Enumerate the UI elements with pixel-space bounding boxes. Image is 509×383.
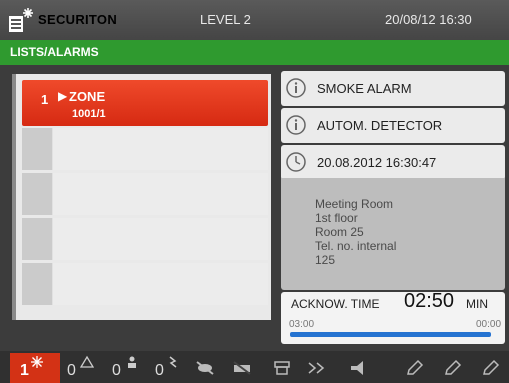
technical-alarm-count: 0 [112,362,121,379]
location-details: Meeting Room 1st floor Room 25 Tel. no. … [315,197,396,267]
info-icon [286,115,306,135]
acknowledge-range-start: 03:00 [289,319,315,330]
edit-icon-2[interactable] [443,359,463,377]
alarm-list-item-selected[interactable]: 1 ▶ ZONE 1001/1 [22,80,268,126]
acknowledge-progress-bar [290,332,491,337]
acknowledge-countdown: 02:50 [404,290,455,312]
edit-icon-3[interactable] [481,359,501,377]
detail-line: 1st floor [315,211,358,225]
play-arrow-icon: ▶ [58,89,68,103]
alarm-zone-label: ZONE [69,89,106,104]
disabled-zone-icon[interactable] [232,359,252,377]
system-datetime: 20/08/12 16:30 [385,12,472,27]
list-item-empty[interactable] [22,218,268,260]
detail-line: Room 25 [315,225,364,239]
edit-icon-1[interactable] [405,359,425,377]
fire-alarm-count: 1 [20,362,29,379]
list-item-empty[interactable] [22,263,268,305]
info-icon [286,78,306,98]
detail-line: 125 [315,253,336,267]
alarm-timestamp: 20.08.2012 16:30:47 [317,155,437,170]
alarm-type-text: SMOKE ALARM [317,81,412,96]
fire-alarm-icon [31,356,43,368]
brand-name: SECURITON [38,12,118,27]
alarm-zone-number: 1001/1 [72,108,106,120]
timestamp-card: 20.08.2012 16:30:47 [281,145,505,180]
securiton-logo-icon [9,8,33,32]
list-item-empty[interactable] [22,128,268,170]
technical-alarm-icon[interactable] [125,355,139,369]
list-item-empty[interactable] [22,173,268,215]
fault-icon[interactable] [166,355,180,369]
warning-triangle-icon[interactable] [80,355,94,369]
access-level: LEVEL 2 [200,12,251,27]
alarm-type-card: SMOKE ALARM [281,71,505,106]
list-scrollbar[interactable] [12,74,16,320]
acknowledge-range-end: 00:00 [476,319,502,330]
breadcrumb: LISTS/ALARMS [0,40,509,65]
alarm-index: 1 [41,92,49,107]
sprinkler-icon[interactable] [306,359,326,377]
detector-type-card: AUTOM. DETECTOR [281,108,505,143]
printer-icon[interactable] [272,359,292,377]
horn-icon[interactable] [348,359,368,377]
detail-line: Meeting Room [315,197,394,211]
fault-count: 0 [155,362,164,379]
status-bar [0,351,509,383]
acknowledge-label: ACKNOW. TIME [291,297,380,311]
detector-type-text: AUTOM. DETECTOR [317,118,443,133]
warning-count: 0 [67,362,76,379]
breadcrumb-prefix[interactable]: LISTS/ [10,45,47,59]
disabled-detector-icon[interactable] [195,359,215,377]
detail-line: Tel. no. internal [315,239,397,253]
clock-icon [286,152,306,172]
breadcrumb-current: ALARMS [47,45,99,59]
acknowledge-unit: MIN [466,297,488,311]
